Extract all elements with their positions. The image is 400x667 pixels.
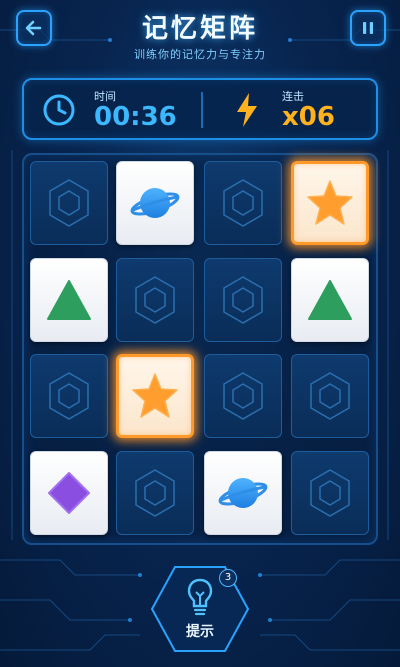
card-r1-c3-hidden[interactable] bbox=[204, 161, 282, 245]
clock-icon bbox=[43, 94, 75, 126]
hexagon-icon bbox=[135, 469, 175, 517]
hint-label: 提示 bbox=[186, 624, 214, 640]
star-icon bbox=[307, 180, 353, 225]
card-r3-c3-hidden[interactable] bbox=[204, 354, 282, 438]
card-r1-c2-planet[interactable] bbox=[116, 161, 194, 245]
hexagon-icon bbox=[310, 469, 350, 517]
hexagon-icon bbox=[223, 276, 263, 324]
stats-divider bbox=[201, 92, 203, 128]
hint-button[interactable]: 3 提示 bbox=[150, 565, 250, 653]
triangle-icon bbox=[308, 280, 352, 320]
hint-count-badge: 3 bbox=[219, 569, 237, 587]
card-r1-c1-hidden[interactable] bbox=[30, 161, 108, 245]
card-grid bbox=[22, 153, 378, 545]
hexagon-icon bbox=[223, 179, 263, 227]
card-r3-c1-hidden[interactable] bbox=[30, 354, 108, 438]
lightning-icon bbox=[237, 93, 257, 127]
stats-panel: 时间 00:36 连击 x06 bbox=[22, 78, 378, 140]
page-title: 记忆矩阵 bbox=[141, 14, 258, 44]
hexagon-icon bbox=[223, 372, 263, 420]
card-r2-c3-hidden[interactable] bbox=[204, 258, 282, 342]
pause-button[interactable] bbox=[350, 10, 386, 46]
lightbulb-icon bbox=[187, 578, 213, 616]
card-r2-c4-triangle[interactable] bbox=[291, 258, 369, 342]
hexagon-icon bbox=[310, 372, 350, 420]
star-icon bbox=[132, 373, 178, 418]
hexagon-icon bbox=[135, 276, 175, 324]
hexagon-icon bbox=[49, 372, 89, 420]
card-r2-c1-triangle[interactable] bbox=[30, 258, 108, 342]
card-r3-c2-star[interactable] bbox=[116, 354, 194, 438]
card-r1-c4-star[interactable] bbox=[291, 161, 369, 245]
diamond-icon bbox=[48, 472, 90, 514]
planet-icon bbox=[130, 188, 180, 218]
combo-value: x06 bbox=[282, 102, 335, 132]
card-r2-c2-hidden[interactable] bbox=[116, 258, 194, 342]
pause-icon bbox=[363, 22, 373, 34]
card-r3-c4-hidden[interactable] bbox=[291, 354, 369, 438]
card-r4-c4-hidden[interactable] bbox=[291, 451, 369, 535]
page-subtitle: 训练你的记忆力与专注力 bbox=[134, 48, 266, 61]
planet-icon bbox=[218, 478, 268, 508]
card-r4-c1-diamond[interactable] bbox=[30, 451, 108, 535]
hexagon-icon bbox=[49, 179, 89, 227]
triangle-icon bbox=[47, 280, 91, 320]
card-r4-c3-planet[interactable] bbox=[204, 451, 282, 535]
time-value: 00:36 bbox=[94, 102, 177, 132]
card-r4-c2-hidden[interactable] bbox=[116, 451, 194, 535]
